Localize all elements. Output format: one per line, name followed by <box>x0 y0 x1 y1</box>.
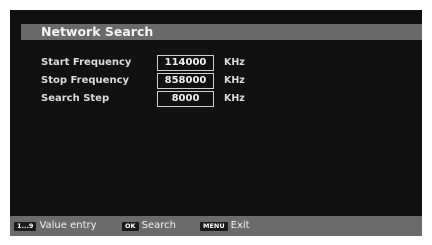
exit-hint[interactable]: MENU Exit <box>200 219 250 233</box>
stop-frequency-unit: KHz <box>224 75 245 86</box>
title-bar: Network Search <box>21 24 422 40</box>
start-frequency-unit: KHz <box>224 57 245 68</box>
menu-key-icon: MENU <box>200 221 228 231</box>
start-frequency-input[interactable]: 114000 <box>157 55 214 71</box>
search-label: Search <box>141 220 176 231</box>
footer-hint-bar: 1...9 Value entry OK Search MENU Exit <box>10 216 422 236</box>
stop-frequency-input[interactable]: 858000 <box>157 73 214 89</box>
search-step-unit: KHz <box>224 93 245 104</box>
start-frequency-label: Start Frequency <box>41 57 132 68</box>
search-step-label: Search Step <box>41 93 110 104</box>
exit-label: Exit <box>230 220 250 231</box>
number-keys-icon: 1...9 <box>14 221 37 231</box>
search-hint[interactable]: OK Search <box>122 219 176 233</box>
search-step-input[interactable]: 8000 <box>157 91 214 107</box>
stop-frequency-label: Stop Frequency <box>41 75 130 86</box>
ok-key-icon: OK <box>122 221 139 231</box>
value-entry-hint[interactable]: 1...9 Value entry <box>14 219 97 233</box>
tv-menu-screen: Network Search Start Frequency 114000 KH… <box>10 10 422 236</box>
value-entry-label: Value entry <box>39 220 97 231</box>
page-title: Network Search <box>41 24 154 39</box>
